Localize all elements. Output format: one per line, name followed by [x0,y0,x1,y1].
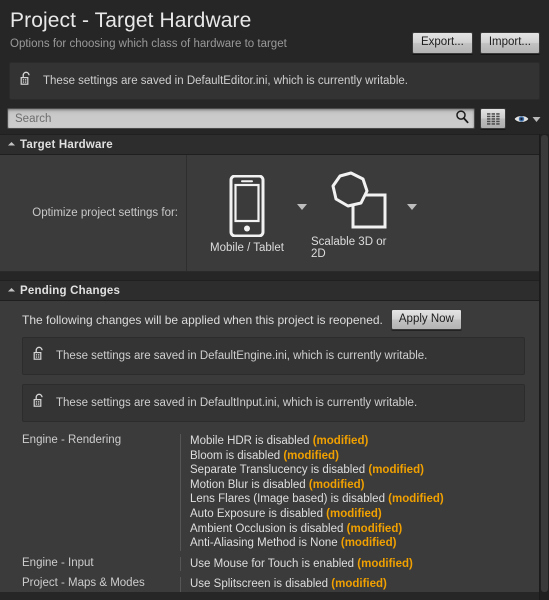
page-header: Project - Target Hardware Options for ch… [0,0,549,62]
pending-changes-body: The following changes will be applied wh… [0,301,539,592]
hardware-option-label: Scalable 3D or 2D [311,236,387,260]
settings-scroll-area: Target Hardware Optimize project setting… [0,134,549,600]
pending-changes-notice: The following changes will be applied wh… [22,312,383,327]
change-item-text: Anti-Aliasing Method is None [190,537,341,550]
column-view-icon [486,112,500,125]
change-item: Separate Translucency is disabled (modif… [190,463,525,478]
hardware-option-scalable-3d-2d[interactable]: Scalable 3D or 2D [311,166,403,260]
change-item-text: Use Splitscreen is disabled [190,578,332,591]
header-actions: Export... Import... [411,32,540,54]
import-button[interactable]: Import... [479,32,540,54]
section-header-pending-changes[interactable]: Pending Changes [0,280,539,301]
modified-badge: (modified) [283,449,339,462]
settings-window: Project - Target Hardware Options for ch… [0,0,549,600]
search-input[interactable] [8,109,474,128]
modified-badge: (modified) [326,507,382,520]
chevron-down-icon [532,110,541,128]
change-item: Bloom is disabled (modified) [190,449,525,464]
visibility-dropdown[interactable] [511,108,543,129]
section-header-target-hardware[interactable]: Target Hardware [0,134,539,155]
input-ini-notice-text: These settings are saved in DefaultInput… [56,397,418,409]
change-item-list: Use Mouse for Touch is enabled (modified… [180,556,525,572]
modified-badge: (modified) [346,522,403,535]
change-item-text: Auto Exposure is disabled [190,507,327,520]
hardware-option-mobile-tablet[interactable]: Mobile / Tablet [201,172,293,254]
change-item-text: Ambient Occlusion is disabled [190,522,347,535]
change-item: Use Mouse for Touch is enabled (modified… [190,557,525,572]
modified-badge: (modified) [368,464,424,477]
changes-table: Engine - Rendering Mobile HDR is disabled… [22,434,525,592]
modified-badge: (modified) [331,578,387,591]
table-row: Project - Maps & Modes Use Splitscreen is… [22,577,525,592]
table-row: Engine - Input Use Mouse for Touch is ena… [22,556,525,572]
section-title-pending-changes: Pending Changes [20,284,121,297]
table-row: Engine - Rendering Mobile HDR is disabled… [22,434,525,551]
change-item-text: Bloom is disabled [190,449,284,462]
change-item: Anti-Aliasing Method is None (modified) [190,536,525,551]
apply-now-button[interactable]: Apply Now [390,309,462,330]
unlock-icon [20,71,33,91]
optimize-label-cell: Optimize project settings for: [0,155,187,271]
modified-badge: (modified) [357,557,413,570]
change-item: Auto Exposure is disabled (modified) [190,507,525,522]
modified-badge: (modified) [312,435,369,447]
unlock-icon [33,346,46,366]
pending-changes-notices: These settings are saved in DefaultEngin… [0,337,539,422]
editor-ini-notice-text: These settings are saved in DefaultEdito… [43,75,408,87]
change-item-list: Mobile HDR is disabled (modified) Bloom i… [180,434,525,551]
editor-ini-notice-wrap: These settings are saved in DefaultEdito… [0,62,549,106]
combo-arrow-icon-scalable[interactable] [407,204,417,210]
change-item: Ambient Occlusion is disabled (modified) [190,522,525,537]
hardware-option-label: Mobile / Tablet [210,242,284,254]
target-hardware-body: Optimize project settings for: Mobile / … [0,155,539,272]
change-category-label: Engine - Rendering [22,434,122,446]
change-item: Lens Flares (Image based) is disabled (m… [190,492,525,507]
export-button[interactable]: Export... [411,32,473,54]
change-item: Mobile HDR is disabled (modified) [190,434,525,449]
change-item-list: Use Splitscreen is disabled (modified) [180,577,525,592]
combo-arrow-icon-mobile[interactable] [297,204,307,210]
change-item-text: Use Mouse for Touch is enabled [190,557,358,570]
scrollbar-thumb[interactable] [541,135,548,592]
expanded-triangle-icon [7,287,16,295]
input-ini-notice: These settings are saved in DefaultInput… [22,384,525,422]
engine-ini-notice: These settings are saved in DefaultEngin… [22,337,525,375]
change-item: Motion Blur is disabled (modified) [190,478,525,493]
mobile-tablet-icon [229,172,265,240]
search-toolbar [0,106,549,134]
modified-badge: (modified) [340,537,397,550]
change-item-text: Motion Blur is disabled [190,478,309,491]
change-item-text: Lens Flares (Image based) is disabled [190,493,389,506]
search-box[interactable] [7,108,475,129]
apply-row: The following changes will be applied wh… [0,301,539,337]
editor-ini-notice: These settings are saved in DefaultEdito… [9,62,540,100]
engine-ini-notice-text: These settings are saved in DefaultEngin… [56,350,428,362]
section-title-target-hardware: Target Hardware [20,138,113,151]
change-item: Use Splitscreen is disabled (modified) [190,577,525,592]
change-item-text: Mobile HDR is disabled [190,435,313,447]
page-title: Project - Target Hardware [10,9,252,32]
expanded-triangle-icon [7,141,16,149]
hardware-pickers: Mobile / Tablet Scalable 3D or 2D [187,155,539,271]
vertical-scrollbar[interactable] [539,134,549,600]
change-item-text: Separate Translucency is disabled [190,464,369,477]
scalable-3d-2d-icon [326,166,388,234]
modified-badge: (modified) [308,478,365,491]
change-category-label: Engine - Input [22,556,94,569]
modified-badge: (modified) [388,493,444,506]
unlock-icon [33,393,46,413]
change-category-label: Project - Maps & Modes [22,577,145,590]
eye-icon [513,114,530,123]
optimize-label: Optimize project settings for: [32,207,178,219]
column-view-button[interactable] [480,108,506,129]
